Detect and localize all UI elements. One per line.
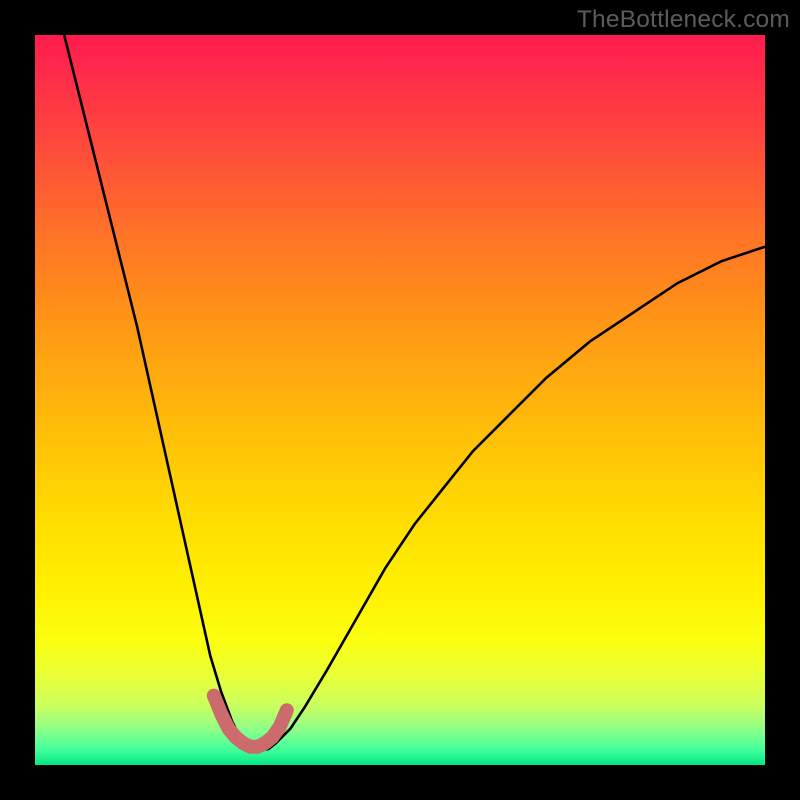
outer-frame: TheBottleneck.com: [0, 0, 800, 800]
plot-area: [35, 35, 765, 765]
curve-left-branch: [64, 35, 261, 750]
curve-right-branch: [261, 247, 765, 751]
curve-layer: [35, 35, 765, 765]
watermark-text: TheBottleneck.com: [577, 6, 790, 34]
